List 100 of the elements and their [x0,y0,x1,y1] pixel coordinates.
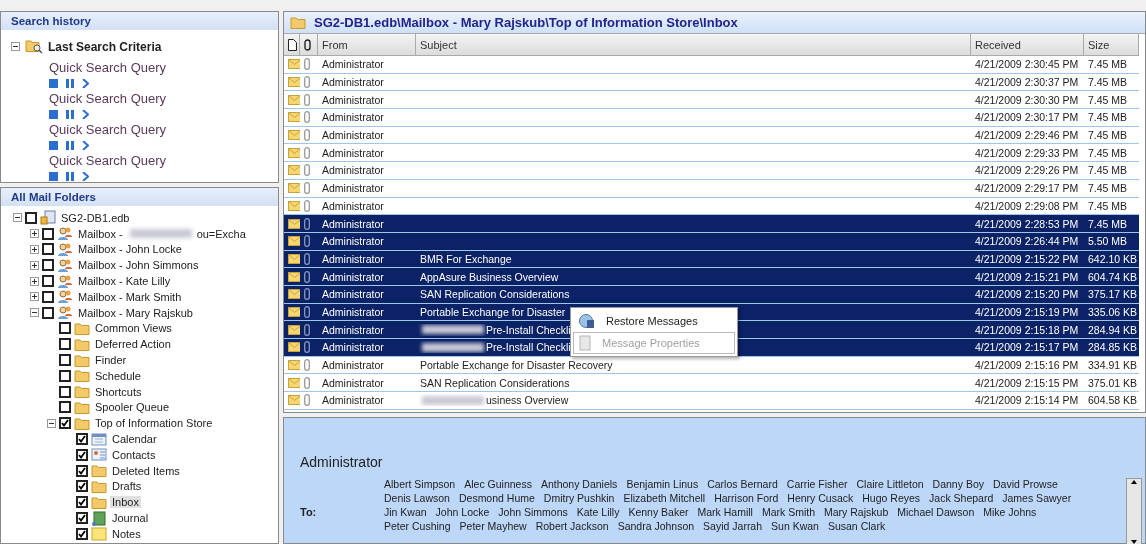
table-cell-text: Administrator [321,341,385,354]
table-cell-text: Administrator [321,199,385,212]
table-cell: usiness Overview [486,394,569,407]
table-cell-text: 4/21/2009 2:15:14 PM [974,394,1080,407]
table-cell-text: 4/21/2009 2:29:33 PM [974,146,1080,159]
table-cell-text: 4/21/2009 2:15:17 PM [974,341,1080,354]
table-cell: AppAsure Business Overview [420,270,559,283]
table-cell-text: 4/21/2009 2:30:17 PM [974,111,1080,124]
table-cell-text: 4/21/2009 2:15:21 PM [974,270,1080,283]
table-cell-text: 4/21/2009 2:30:37 PM [974,76,1080,89]
recipient-name: Mary Rajskub [824,506,889,518]
table-cell-text: Administrator [321,76,385,89]
panel-title: All Mail Folders [1,188,278,206]
table-cell-text: 7.45 MB [1087,146,1129,159]
table-cell: Portable Exchange for Disaster [420,305,566,318]
table-cell-text: Administrator [321,359,385,372]
table-cell-text: 7.45 MB [1087,217,1129,230]
table-cell-text: Administrator [321,270,385,283]
recipient-name: Susan Clark [827,520,886,532]
table-cell-text: 4/21/2009 2:30:45 PM [974,58,1080,71]
recipient-name: Albert Simpson [384,478,456,490]
panel-title: Search history [1,12,278,30]
recipient-name: Henry Cusack [787,492,854,504]
recipient-name: Jin Kwan [384,506,427,518]
table-cell-text: Administrator [321,111,385,124]
table-cell-text: Administrator [321,129,385,142]
recipient-name: Mark Smith [761,506,816,518]
recipient-name: Danny Boy [932,478,984,490]
recipient-name: Denis Lawson [384,492,450,504]
sender-name: Administrator [300,454,384,470]
table-cell-text: 4/21/2009 2:15:18 PM [974,323,1080,336]
recipient-name: Elizabeth Mitchell [623,492,706,504]
recipient-name: Peter Mayhew [459,520,527,532]
recipient-name: Kate Lilly [576,506,620,518]
table-cell-text: 4/21/2009 2:15:19 PM [974,305,1080,318]
recipient-name: Alec Guinness [464,478,532,490]
recipient-name: Carrie Fisher [786,478,848,490]
table-cell-text: 642.10 KB [1087,252,1139,265]
table-cell-text: Administrator [321,58,385,71]
table-cell-text: 5.50 MB [1087,235,1129,248]
table-cell-text: Administrator [321,93,385,106]
recipient-name: Sayid Jarrah [703,520,763,532]
recipient-name: Sun Kwan [771,520,819,532]
table-cell: Portable Exchange for Disaster Recovery [420,359,613,372]
table-cell-text: 4/21/2009 2:15:16 PM [974,359,1080,372]
table-cell-text: 4/21/2009 2:15:15 PM [974,376,1080,389]
table-cell-text: Administrator [321,235,385,248]
table-cell-text: Administrator [321,394,385,407]
table-cell-text: 4/21/2009 2:15:20 PM [974,288,1080,301]
table-cell-text: Administrator [321,376,385,389]
recipient-name: Michael Dawson [897,506,975,518]
table-cell-text: Administrator [321,164,385,177]
recipient-name: Anthony Daniels [540,478,618,490]
recipient-name: Sandra Johnson [617,520,695,532]
table-cell-text: 7.45 MB [1087,199,1129,212]
recipient-name: Hugo Reyes [862,492,921,504]
table-cell: SAN Replication Considerations [420,376,570,389]
table-cell-text: 4/21/2009 2:26:44 PM [974,235,1080,248]
table-cell-text: 4/21/2009 2:30:30 PM [974,93,1080,106]
table-cell-text: Administrator [321,288,385,301]
table-cell-text: 375.17 KB [1087,288,1139,301]
table-cell-text: 7.45 MB [1087,76,1129,89]
folder-path: SG2-DB1.edb\Mailbox - Mary Rajskub\Top of Information Store\Inbox [314,15,738,30]
table-cell-text: 284.85 KB [1087,341,1139,354]
table-cell-text: Administrator [321,305,385,318]
table-cell-text: 4/21/2009 2:15:22 PM [974,252,1080,265]
recipient-name: Claire Littleton [856,478,924,490]
recipient-name: Mike Johns [983,506,1037,518]
table-cell-text: 7.45 MB [1087,129,1129,142]
table-cell-text: Administrator [321,182,385,195]
table-cell-text: Administrator [321,252,385,265]
table-cell-text: 334.91 KB [1087,359,1139,372]
recipient-name: Jack Shepard [929,492,994,504]
table-cell: SAN Replication Considerations [420,288,570,301]
recipient-name: John Simmons [498,506,568,518]
recipient-name: Carlos Bernard [707,478,778,490]
table-cell-text: Administrator [321,217,385,230]
table-cell-text: 7.45 MB [1087,164,1129,177]
recipient-name: John Locke [435,506,490,518]
table-cell-text: 375.01 KB [1087,376,1139,389]
table-cell-text: 7.45 MB [1087,182,1129,195]
table-cell-text: 604.74 KB [1087,270,1139,283]
recipient-name: Kenny Baker [628,506,689,518]
table-cell-text: 4/21/2009 2:29:26 PM [974,164,1080,177]
table-cell-text: Administrator [321,146,385,159]
table-cell-text: 4/21/2009 2:28:53 PM [974,217,1080,230]
recipient-name: Desmond Hume [458,492,535,504]
table-cell-text: 4/21/2009 2:29:46 PM [974,129,1080,142]
recipient-name: Benjamin Linus [626,478,699,490]
recipient-name: Robert Jackson [535,520,609,532]
table-cell-text: 4/21/2009 2:29:17 PM [974,182,1080,195]
recipient-name: Dmitry Pushkin [543,492,615,504]
recipient-name: Harrison Ford [714,492,779,504]
table-cell-text: 284.94 KB [1087,323,1139,336]
folder-label-end: ou=Excha [196,227,246,240]
recipient-name: James Sawyer [1002,492,1072,504]
table-cell-text: 7.45 MB [1087,58,1129,71]
field-label: To: [300,506,318,518]
table-cell: Pre-Install Checkli [486,341,571,354]
table-cell-text: 7.45 MB [1087,93,1129,106]
